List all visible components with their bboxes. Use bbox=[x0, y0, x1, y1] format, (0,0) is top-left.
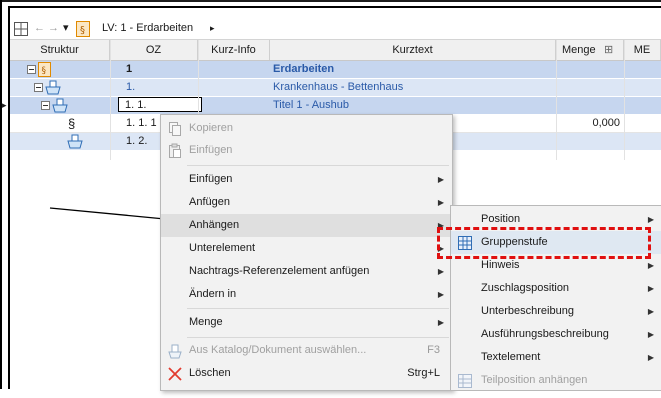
menu-item-kopieren[interactable]: Kopieren bbox=[161, 117, 452, 140]
menu-item-nachtrags[interactable]: Nachtrags-Referenzelement anfügen ▶ bbox=[161, 260, 452, 283]
submenu-arrow-icon: ▶ bbox=[437, 267, 444, 276]
submenu-arrow-icon: ▶ bbox=[647, 284, 654, 293]
menu-item-label: Ausführungsbeschreibung bbox=[481, 328, 609, 340]
partial-position-icon bbox=[457, 373, 473, 389]
menu-item-label: Einfügen bbox=[189, 144, 233, 156]
submenu-arrow-icon: ▶ bbox=[647, 353, 654, 362]
screenshot-frame: ← → ▾ § LV: 1 - Erdarbeiten ▸ Struktur O… bbox=[0, 0, 661, 391]
menu-item-shortcut: F3 bbox=[427, 344, 440, 356]
copy-icon bbox=[167, 121, 183, 137]
menu-item-label: Aus Katalog/Dokument auswählen... bbox=[189, 344, 367, 356]
menu-item-label: Menge bbox=[189, 316, 223, 328]
submenu-arrow-icon: ▶ bbox=[437, 290, 444, 299]
highlight-box bbox=[437, 227, 651, 259]
menu-item-label: Zuschlagsposition bbox=[481, 282, 570, 294]
catalog-icon bbox=[167, 343, 183, 359]
menu-item-anhaengen[interactable]: Anhängen ▶ bbox=[161, 214, 452, 237]
submenu-item-ausfuehrungsbeschreibung[interactable]: Ausführungsbeschreibung ▶ bbox=[451, 323, 661, 346]
submenu-arrow-icon: ▶ bbox=[437, 175, 444, 184]
menu-item-label: Kopieren bbox=[189, 122, 234, 134]
menu-item-label: Einfügen bbox=[189, 173, 233, 185]
submenu-arrow-icon: ▶ bbox=[647, 307, 654, 316]
submenu-item-textelement[interactable]: Textelement ▶ bbox=[451, 346, 661, 369]
menu-item-label: Löschen bbox=[189, 367, 231, 379]
menu-item-label: Anfügen bbox=[189, 196, 230, 208]
menu-item-loeschen[interactable]: Löschen Strg+L bbox=[161, 362, 452, 385]
menu-item-shortcut: Strg+L bbox=[407, 367, 440, 379]
delete-x-icon bbox=[167, 366, 183, 382]
submenu-item-unterbeschreibung[interactable]: Unterbeschreibung ▶ bbox=[451, 300, 661, 323]
menu-item-label: Nachtrags-Referenzelement anfügen bbox=[189, 265, 370, 277]
menu-item-label: Unterelement bbox=[189, 242, 256, 254]
menu-item-aus-katalog[interactable]: Aus Katalog/Dokument auswählen... F3 bbox=[161, 339, 452, 362]
menu-separator bbox=[187, 337, 449, 338]
submenu-arrow-icon: ▶ bbox=[437, 198, 444, 207]
menu-separator bbox=[187, 165, 449, 166]
paste-icon bbox=[167, 143, 183, 159]
menu-item-anfuegen[interactable]: Anfügen ▶ bbox=[161, 191, 452, 214]
menu-item-unterelement[interactable]: Unterelement ▶ bbox=[161, 237, 452, 260]
menu-item-label: Unterbeschreibung bbox=[481, 305, 574, 317]
menu-item-einfuegen-disabled[interactable]: Einfügen bbox=[161, 139, 452, 162]
submenu-arrow-icon: ▶ bbox=[437, 318, 444, 327]
menu-separator bbox=[187, 308, 449, 309]
submenu-item-zuschlagsposition[interactable]: Zuschlagsposition ▶ bbox=[451, 277, 661, 300]
menu-item-label: Textelement bbox=[481, 351, 541, 363]
context-menu: Kopieren Einfügen Einfügen ▶ Anfügen ▶ A… bbox=[160, 114, 453, 391]
menu-item-label: Ändern in bbox=[189, 288, 237, 300]
menu-item-einfuegen[interactable]: Einfügen ▶ bbox=[161, 168, 452, 191]
menu-item-aendern-in[interactable]: Ändern in ▶ bbox=[161, 283, 452, 306]
menu-item-menge[interactable]: Menge ▶ bbox=[161, 311, 452, 334]
submenu-arrow-icon: ▶ bbox=[647, 330, 654, 339]
menu-item-label: Anhängen bbox=[189, 219, 240, 231]
